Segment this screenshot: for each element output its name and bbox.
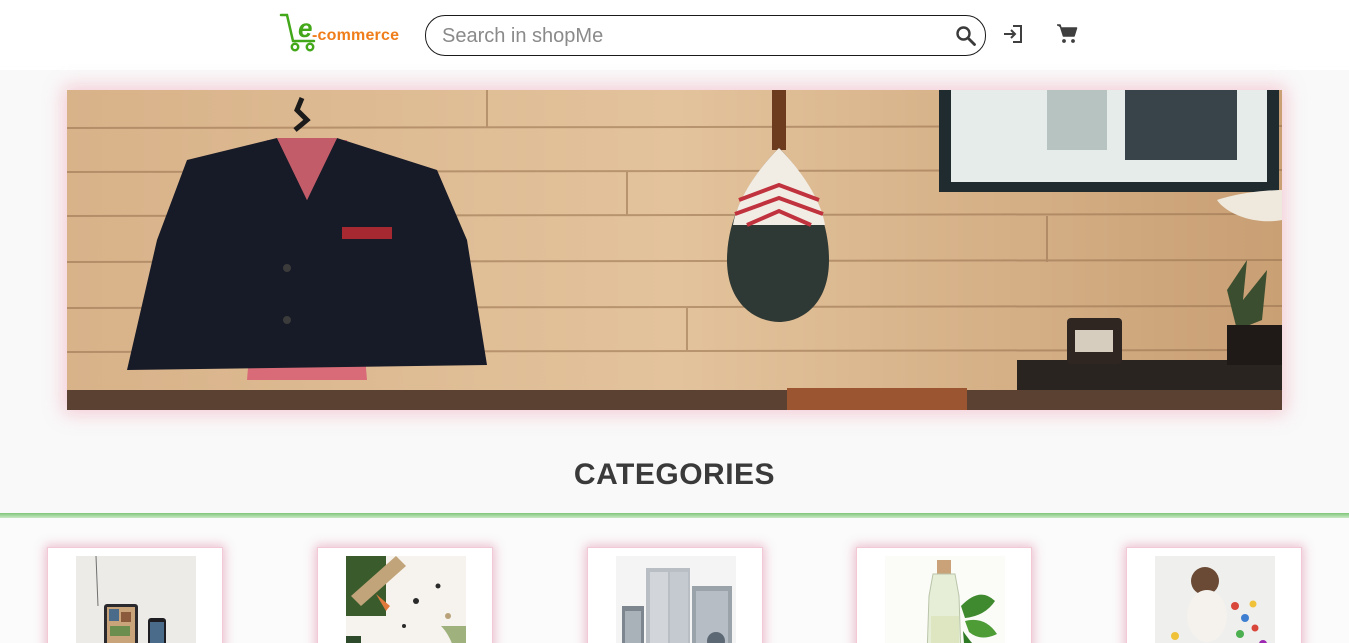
category-card-appliances[interactable] <box>587 547 763 643</box>
cart-icon[interactable] <box>1055 22 1079 46</box>
category-thumb-toys <box>1155 556 1275 643</box>
banner-image <box>67 90 1282 410</box>
top-header: e -commerce <box>0 0 1349 70</box>
category-card-art[interactable] <box>317 547 493 643</box>
category-thumb-electronics <box>76 556 196 643</box>
search-input[interactable] <box>442 22 932 50</box>
search-bar <box>425 15 986 56</box>
hero-banner[interactable] <box>67 90 1282 410</box>
category-thumb-appliances <box>616 556 736 643</box>
category-card-toys[interactable] <box>1126 547 1302 643</box>
site-logo[interactable]: e -commerce <box>278 12 402 54</box>
search-icon[interactable] <box>954 24 978 48</box>
category-card-electronics[interactable] <box>47 547 223 643</box>
logo-text: e -commerce <box>298 13 400 45</box>
category-thumb-beauty <box>885 556 1005 643</box>
login-icon[interactable] <box>1001 22 1025 46</box>
logo-letter: e <box>298 13 313 43</box>
logo-word: commerce <box>317 27 400 44</box>
category-card-beauty[interactable] <box>856 547 1032 643</box>
category-thumb-art <box>346 556 466 643</box>
categories-title: CATEGORIES <box>573 458 776 491</box>
